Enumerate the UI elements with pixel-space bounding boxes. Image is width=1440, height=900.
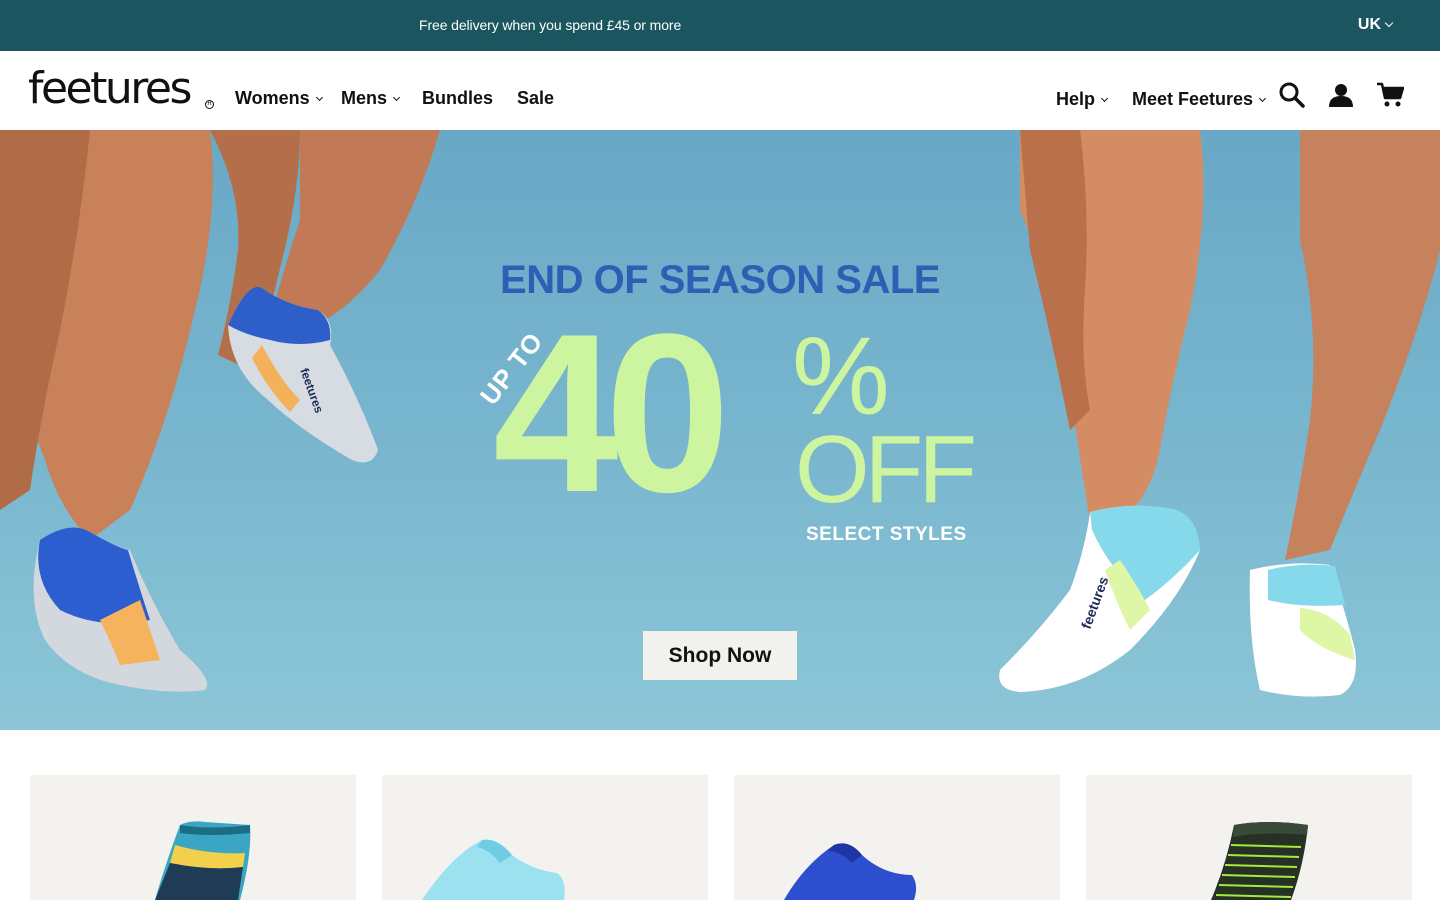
no-show-sock-aqua-image — [422, 839, 565, 900]
search-icon[interactable] — [1278, 81, 1308, 111]
nav-meet-feetures[interactable]: Meet Feetures — [1132, 89, 1267, 110]
region-label: UK — [1357, 16, 1381, 33]
nav-label: Mens — [341, 88, 388, 108]
nav-label: Meet Feetures — [1132, 89, 1254, 109]
nav-label: Help — [1056, 89, 1096, 109]
product-tile[interactable] — [30, 775, 356, 900]
shop-now-button[interactable]: Shop Now — [643, 631, 797, 680]
region-selector[interactable]: UK — [1357, 16, 1394, 34]
nav-label: Sale — [517, 88, 555, 108]
nav-bundles[interactable]: Bundles — [422, 88, 493, 109]
nav-sale[interactable]: Sale — [517, 88, 554, 109]
no-show-sock-blue-image — [784, 843, 917, 900]
chevron-down-icon — [1259, 94, 1267, 102]
chevron-down-icon — [392, 93, 401, 101]
hero-title: END OF SEASON SALE — [500, 258, 940, 302]
cart-icon[interactable] — [1376, 82, 1406, 112]
logo[interactable]: feetures — [28, 63, 192, 114]
promo-bar: Free delivery when you spend £45 or more… — [0, 0, 1440, 51]
nav-help[interactable]: Help — [1056, 89, 1109, 110]
nav-womens[interactable]: Womens — [235, 88, 323, 109]
nav-label: Bundles — [422, 88, 494, 108]
account-icon[interactable] — [1328, 83, 1358, 113]
chevron-down-icon — [1384, 18, 1394, 28]
hero-off: OFF — [795, 416, 977, 523]
crew-sock-teal-image — [155, 821, 251, 900]
product-tile[interactable] — [382, 775, 708, 900]
promo-text: Free delivery when you spend £45 or more — [419, 17, 682, 33]
product-grid — [30, 775, 1412, 900]
site-header: feetures R Womens Mens Bundles Sale Help… — [0, 51, 1440, 130]
nav-label: Womens — [235, 88, 310, 108]
hero-select-styles: SELECT STYLES — [806, 524, 967, 545]
chevron-down-icon — [315, 93, 323, 101]
hero-banner: feetures feetures END OF SEASON SALE UP … — [0, 130, 1440, 730]
product-tile[interactable] — [734, 775, 1060, 900]
registered-mark: R — [205, 100, 214, 109]
hero-percent-number: 40 — [493, 286, 730, 539]
nav-mens[interactable]: Mens — [341, 88, 401, 109]
chevron-down-icon — [1100, 94, 1109, 102]
crew-sock-black-green-image — [1211, 822, 1308, 900]
product-tile[interactable] — [1086, 775, 1412, 900]
